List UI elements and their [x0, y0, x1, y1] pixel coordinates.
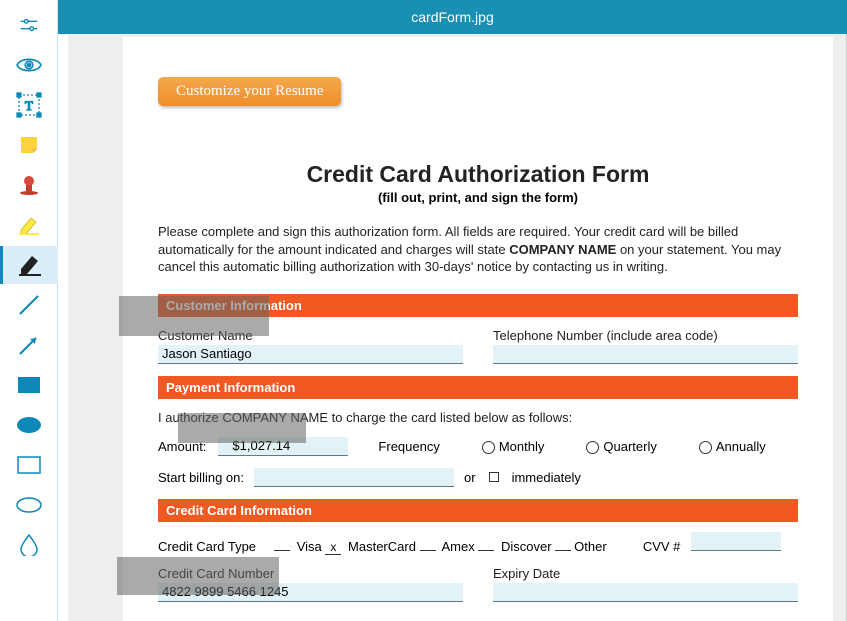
rectangle-fill-icon[interactable] — [8, 366, 50, 404]
cc-type-row: Credit Card Type Visa x MasterCard Amex … — [158, 532, 798, 555]
document-page: Customize your Resume Credit Card Author… — [123, 37, 833, 621]
start-billing-field[interactable] — [254, 468, 454, 487]
expiry-label: Expiry Date — [493, 566, 560, 581]
telephone-field[interactable] — [493, 345, 798, 364]
canvas-area[interactable]: Customize your Resume Credit Card Author… — [68, 34, 847, 621]
stamp-icon[interactable] — [8, 166, 50, 204]
cvv-field[interactable] — [691, 532, 781, 551]
amount-field[interactable]: $1,027.14 — [218, 437, 348, 456]
file-title: cardForm.jpg — [411, 9, 493, 25]
sliders-icon[interactable] — [8, 6, 50, 44]
svg-text:T: T — [25, 98, 33, 113]
highlighter-icon[interactable] — [8, 206, 50, 244]
cc-number-label: Credit Card Number — [158, 566, 274, 581]
section-cc: Credit Card Information — [158, 499, 798, 522]
expiry-field[interactable] — [493, 583, 798, 602]
text-frame-icon[interactable]: T — [8, 86, 50, 124]
customer-name-label: Customer Name — [158, 328, 253, 343]
section-payment: Payment Information — [158, 376, 798, 399]
form-title: Credit Card Authorization Form — [158, 161, 798, 188]
rectangle-outline-icon[interactable] — [8, 446, 50, 484]
authorize-text: I authorize COMPANY NAME to charge the c… — [158, 410, 572, 425]
drop-icon[interactable] — [8, 526, 50, 564]
amount-label: Amount: — [158, 439, 206, 454]
freq-annually[interactable]: Annually — [699, 439, 766, 454]
arrow-icon[interactable] — [8, 326, 50, 364]
or-text: or — [464, 470, 476, 485]
intro-text: Please complete and sign this authorizat… — [158, 223, 798, 276]
titlebar: cardForm.jpg — [58, 0, 847, 34]
freq-quarterly[interactable]: Quarterly — [586, 439, 656, 454]
cc-number-field[interactable]: 4822 9899 5466 1245 — [158, 583, 463, 602]
note-icon[interactable] — [8, 126, 50, 164]
customer-name-field[interactable]: Jason Santiago — [158, 345, 463, 364]
section-customer: Customer Information — [158, 294, 798, 317]
marker-icon[interactable] — [0, 246, 58, 284]
eye-icon[interactable] — [8, 46, 50, 84]
immediately-label: immediately — [512, 470, 581, 485]
ellipse-fill-icon[interactable] — [8, 406, 50, 444]
immediately-checkbox[interactable] — [489, 472, 499, 482]
frequency-label: Frequency — [378, 439, 439, 454]
line-icon[interactable] — [8, 286, 50, 324]
customize-resume-button[interactable]: Customize your Resume — [158, 77, 341, 106]
annotation-toolbar: T — [0, 0, 58, 621]
ellipse-outline-icon[interactable] — [8, 486, 50, 524]
telephone-label: Telephone Number (include area code) — [493, 328, 718, 343]
start-billing-label: Start billing on: — [158, 470, 244, 485]
visa-mark[interactable]: x — [325, 540, 341, 555]
freq-monthly[interactable]: Monthly — [482, 439, 545, 454]
form-subtitle: (fill out, print, and sign the form) — [158, 190, 798, 205]
